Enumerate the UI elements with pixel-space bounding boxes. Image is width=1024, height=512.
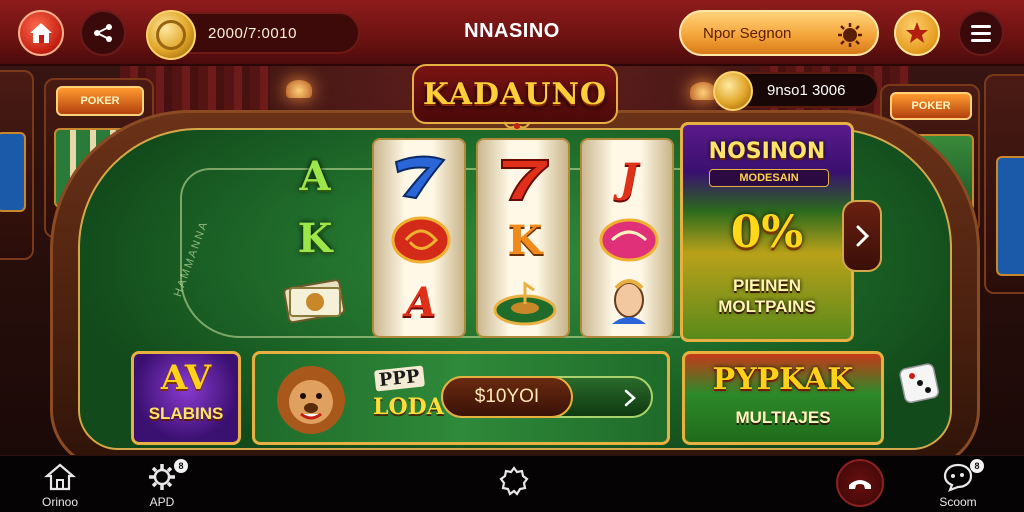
nav-item-apd[interactable]: 8 APD bbox=[122, 457, 202, 511]
reel-symbol-k: K bbox=[297, 214, 333, 262]
reel-symbol-k: K bbox=[507, 216, 543, 264]
chevron-right-icon bbox=[856, 225, 870, 247]
reel-1: A K bbox=[268, 138, 362, 338]
lion-icon bbox=[277, 366, 345, 434]
notification-badge: 8 bbox=[174, 459, 188, 473]
reel-3: K bbox=[476, 138, 570, 338]
home-button[interactable] bbox=[18, 10, 64, 56]
cash-stack-icon bbox=[283, 279, 346, 324]
promo-card-footer-line2: MOLTPAINS bbox=[718, 297, 816, 316]
queen-face-icon bbox=[612, 279, 646, 324]
chevron-right-icon bbox=[624, 389, 636, 407]
next-button[interactable] bbox=[842, 200, 882, 272]
nav-label: APD bbox=[149, 495, 175, 509]
machine-sign: POKER bbox=[56, 86, 144, 116]
nav-item-scoom[interactable]: 8 Scoom bbox=[918, 457, 998, 511]
coin-balance: 9nso1 3006 bbox=[713, 71, 879, 111]
nav-item-call[interactable] bbox=[820, 457, 900, 511]
bet-amount-value: $10YOI bbox=[441, 376, 573, 418]
slots-card-label: SLABINS bbox=[148, 404, 224, 423]
logo-text: KADAUNO bbox=[422, 76, 608, 112]
reel-2: A bbox=[372, 138, 466, 338]
lodi-game-card[interactable]: PPP LODA $10YOI bbox=[252, 351, 670, 445]
promo-card-subtitle: MODESAIN bbox=[709, 169, 829, 187]
lodi-card-label: LODA bbox=[373, 394, 444, 420]
reel-symbol-a: A bbox=[299, 152, 331, 200]
roulette-icon bbox=[493, 281, 557, 326]
promo-card-percent: 0% bbox=[730, 207, 804, 258]
red-swirl-icon bbox=[391, 216, 451, 264]
promo-card-footer: PIEINEN MOLTPAINS bbox=[691, 275, 843, 317]
nav-label: Orinoo bbox=[41, 495, 79, 509]
game-logo: KADAUNO bbox=[412, 64, 618, 129]
nav-label: Scoom bbox=[939, 495, 977, 509]
poker-game-card[interactable]: PYPKAK MULTIAJES bbox=[682, 351, 884, 445]
favorites-button[interactable] bbox=[894, 10, 940, 56]
machine-sign: POKER bbox=[890, 92, 972, 120]
promo-card-footer-line1: PIEINEN bbox=[732, 276, 802, 295]
slot-reels[interactable]: A K A K J bbox=[268, 138, 676, 338]
slots-game-card[interactable]: AV SLABINS bbox=[131, 351, 241, 445]
promo-card-title: NOSINON bbox=[708, 139, 826, 164]
lodi-card-banner: PPP bbox=[374, 365, 425, 392]
nav-item-settings[interactable] bbox=[474, 457, 554, 511]
promo-label: Npor Segnon bbox=[703, 25, 792, 42]
reel-symbol-j: J bbox=[619, 154, 639, 202]
menu-button[interactable] bbox=[958, 10, 1004, 56]
promo-button[interactable]: Npor Segnon bbox=[679, 10, 879, 56]
slots-card-logo: AV bbox=[160, 358, 212, 398]
poker-card-title: PYPKAK bbox=[712, 362, 854, 397]
phone-icon bbox=[849, 480, 871, 489]
pink-swirl-icon bbox=[599, 218, 659, 262]
home-icon bbox=[30, 23, 52, 43]
coin-counter[interactable]: 2000/7:0010 bbox=[146, 10, 360, 60]
gold-coin-icon bbox=[713, 71, 753, 111]
nav-item-home[interactable]: Orinoo bbox=[20, 457, 100, 511]
settings-gear-icon bbox=[499, 466, 529, 496]
reel-symbol-a: A bbox=[405, 278, 437, 326]
red-seven-icon bbox=[501, 159, 549, 201]
logo-flourish-icon bbox=[503, 121, 531, 129]
coin-balance-value: 9nso1 3006 bbox=[767, 82, 846, 99]
bet-amount-button[interactable]: $10YOI bbox=[441, 376, 653, 418]
sun-icon bbox=[838, 23, 862, 47]
gold-coin-icon bbox=[146, 10, 196, 60]
arcade-machine-left-edge bbox=[0, 70, 34, 260]
blue-seven-icon bbox=[394, 155, 446, 200]
multiplier-promo-card[interactable]: NOSINON MODESAIN 0% PIEINEN MOLTPAINS bbox=[680, 122, 854, 342]
coin-amount: 2000/7:0010 bbox=[208, 25, 297, 42]
ceiling-lamp bbox=[286, 80, 312, 98]
star-icon bbox=[906, 22, 928, 43]
dice-icon bbox=[899, 363, 940, 403]
arcade-machine-right-edge bbox=[984, 74, 1024, 294]
reel-4: J bbox=[580, 138, 674, 338]
poker-card-subtitle: MULTIAJES bbox=[735, 408, 831, 427]
hamburger-menu-icon bbox=[971, 25, 991, 42]
app-title: NNASINO bbox=[464, 20, 560, 42]
notification-badge: 8 bbox=[970, 459, 984, 473]
home-icon bbox=[44, 463, 76, 491]
share-button[interactable] bbox=[80, 10, 126, 56]
share-icon bbox=[94, 24, 112, 42]
